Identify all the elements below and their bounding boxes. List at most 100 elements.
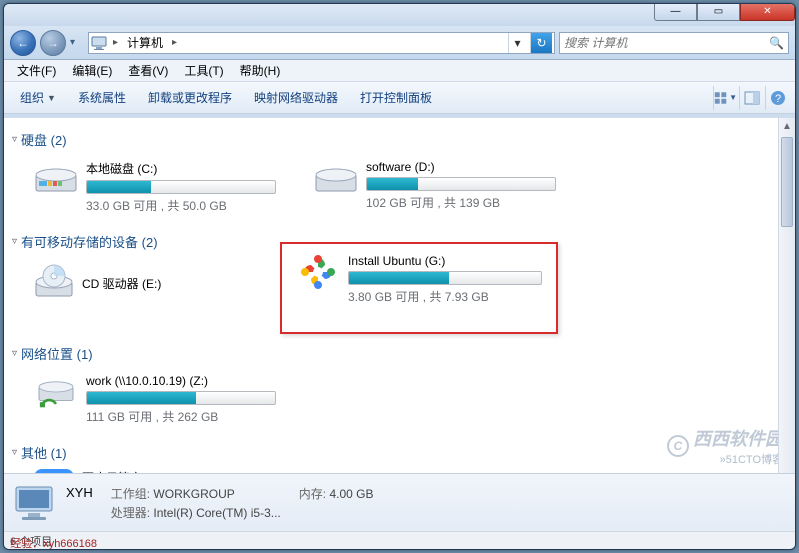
drive-stats: 111 GB 可用 , 共 262 GB xyxy=(86,408,276,425)
details-memory: 4.00 GB xyxy=(329,487,373,501)
toolbar-map-network-drive[interactable]: 映射网络驱动器 xyxy=(244,85,348,110)
collapse-toggle-icon: ▿ xyxy=(12,447,17,458)
capacity-bar xyxy=(366,177,556,191)
drive-c[interactable]: 本地磁盘 (C:) 33.0 GB 可用 , 共 50.0 GB xyxy=(30,156,280,218)
menu-file[interactable]: 文件(F) xyxy=(10,60,63,81)
toolbar-organize[interactable]: 组织 ▼ xyxy=(10,85,66,110)
toolbar-organize-label: 组织 xyxy=(20,89,44,106)
toolbar-help-button[interactable]: ? xyxy=(765,86,789,110)
close-icon: ✕ xyxy=(763,6,771,17)
capacity-bar xyxy=(86,391,276,405)
refresh-icon: ↻ xyxy=(536,36,546,50)
drive-stats: 3.80 GB 可用 , 共 7.93 GB xyxy=(348,288,542,305)
ubuntu-install-icon xyxy=(296,254,340,290)
details-pane: XYH 工作组: WORKGROUP 内存: 4.00 GB 处理器: Inte… xyxy=(4,473,795,531)
cd-drive-icon xyxy=(34,262,74,305)
search-icon: 🔍 xyxy=(769,36,784,50)
menu-tools[interactable]: 工具(T) xyxy=(177,60,230,81)
hard-drive-icon xyxy=(34,160,78,196)
scrollbar[interactable]: ▲ ▼ xyxy=(778,118,795,507)
details-cpu-label: 处理器: xyxy=(111,506,150,520)
toolbar-view-button[interactable]: ▼ xyxy=(713,86,737,110)
forward-arrow-icon: → xyxy=(47,36,59,50)
scroll-thumb[interactable] xyxy=(781,137,793,227)
drive-stats: 102 GB 可用 , 共 139 GB xyxy=(366,194,556,211)
menu-view[interactable]: 查看(V) xyxy=(121,60,175,81)
chevron-down-icon: ▾ xyxy=(70,37,75,48)
toolbar: 组织 ▼ 系统属性 卸载或更改程序 映射网络驱动器 打开控制面板 ▼ ? xyxy=(4,82,795,114)
drive-title: Install Ubuntu (G:) xyxy=(348,254,542,268)
menu-bar: 文件(F) 编辑(E) 查看(V) 工具(T) 帮助(H) xyxy=(4,60,795,82)
details-workgroup: WORKGROUP xyxy=(153,487,234,501)
section-hard-disks[interactable]: ▿ 硬盘 (2) xyxy=(12,124,787,152)
search-box[interactable]: 🔍 xyxy=(559,32,789,54)
close-button[interactable]: ✕ xyxy=(740,3,795,21)
status-bar: 6 个项目 经验：xyh666168 xyxy=(4,531,795,549)
drive-title: work (\\10.0.10.19) (Z:) xyxy=(86,374,276,388)
highlight-annotation: Install Ubuntu (G:) 3.80 GB 可用 , 共 7.93 … xyxy=(280,242,558,334)
toolbar-system-properties[interactable]: 系统属性 xyxy=(68,85,136,110)
search-input[interactable] xyxy=(564,36,769,50)
capacity-bar xyxy=(86,180,276,194)
window-controls: — ▭ ✕ xyxy=(654,3,795,21)
details-memory-label: 内存: xyxy=(299,487,326,501)
chevron-down-icon: ▼ xyxy=(729,93,737,102)
drive-g-install-ubuntu[interactable]: Install Ubuntu (G:) 3.80 GB 可用 , 共 7.93 … xyxy=(292,250,546,309)
drive-d[interactable]: software (D:) 102 GB 可用 , 共 139 GB xyxy=(310,156,560,218)
breadcrumb-sep-icon: ▸ xyxy=(170,37,179,48)
menu-help[interactable]: 帮助(H) xyxy=(233,60,288,81)
details-cpu: Intel(R) Core(TM) i5-3... xyxy=(153,506,280,520)
section-label: 硬盘 (2) xyxy=(21,130,67,149)
menu-edit[interactable]: 编辑(E) xyxy=(65,60,119,81)
capacity-bar xyxy=(348,271,542,285)
maximize-button[interactable]: ▭ xyxy=(697,3,740,21)
watermark: C 西西软件园 »51CTO博客 xyxy=(667,425,783,467)
svg-text:C: C xyxy=(674,439,683,453)
address-dropdown[interactable]: ▾ xyxy=(508,33,526,53)
explorer-window: — ▭ ✕ ← → ▾ ▸ 计算机 ▸ ▾ ↻ 🔍 文件(F) 编辑(E) 查看… xyxy=(3,3,796,550)
nav-forward-button[interactable]: → xyxy=(40,30,66,56)
watermark-footer-prefix: 经验： xyxy=(10,538,43,550)
watermark-brand: 西西软件园 xyxy=(693,429,783,449)
collapse-toggle-icon: ▿ xyxy=(12,134,17,145)
network-drive-icon xyxy=(34,374,78,410)
drive-title: software (D:) xyxy=(366,160,556,174)
details-computer-name: XYH xyxy=(66,485,93,502)
chevron-down-icon: ▾ xyxy=(514,36,520,50)
watermark-sub: »51CTO博客 xyxy=(693,451,783,467)
section-label: 其他 (1) xyxy=(21,443,67,462)
section-label: 网络位置 (1) xyxy=(21,344,93,363)
toolbar-preview-pane-button[interactable] xyxy=(739,86,763,110)
chevron-down-icon: ▼ xyxy=(47,93,56,103)
nav-back-button[interactable]: ← xyxy=(10,30,36,56)
collapse-toggle-icon: ▿ xyxy=(12,236,17,247)
section-network[interactable]: ▿ 网络位置 (1) xyxy=(12,338,787,366)
minimize-icon: — xyxy=(671,6,681,17)
details-workgroup-label: 工作组: xyxy=(111,487,150,501)
nav-history-dropdown[interactable]: ▾ xyxy=(70,37,84,48)
hard-drive-icon xyxy=(314,160,358,196)
back-arrow-icon: ← xyxy=(17,36,29,50)
computer-icon xyxy=(12,481,56,525)
refresh-button[interactable]: ↻ xyxy=(530,33,552,53)
breadcrumb-computer[interactable]: 计算机 xyxy=(124,34,166,51)
content-area: ▿ 硬盘 (2) 本地磁盘 (C:) 33.0 GB 可用 , 共 50.0 G… xyxy=(4,118,795,507)
collapse-toggle-icon: ▿ xyxy=(12,348,17,359)
svg-text:?: ? xyxy=(774,93,780,105)
minimize-button[interactable]: — xyxy=(654,3,697,21)
title-bar: — ▭ ✕ xyxy=(4,4,795,26)
address-bar[interactable]: ▸ 计算机 ▸ ▾ ↻ xyxy=(88,32,555,54)
section-label: 有可移动存储的设备 (2) xyxy=(21,232,158,251)
breadcrumb-sep-icon: ▸ xyxy=(111,37,120,48)
watermark-footer: xyh666168 xyxy=(43,538,97,550)
drive-z-network[interactable]: work (\\10.0.10.19) (Z:) 111 GB 可用 , 共 2… xyxy=(30,370,280,429)
toolbar-control-panel[interactable]: 打开控制面板 xyxy=(350,85,442,110)
maximize-icon: ▭ xyxy=(714,6,723,17)
computer-icon xyxy=(91,35,107,51)
scroll-up-button[interactable]: ▲ xyxy=(779,118,795,135)
drive-title: 本地磁盘 (C:) xyxy=(86,160,276,177)
toolbar-uninstall[interactable]: 卸载或更改程序 xyxy=(138,85,242,110)
drive-e-cd[interactable]: CD 驱动器 (E:) xyxy=(30,258,280,309)
drive-stats: 33.0 GB 可用 , 共 50.0 GB xyxy=(86,197,276,214)
drive-title: CD 驱动器 (E:) xyxy=(82,275,161,292)
